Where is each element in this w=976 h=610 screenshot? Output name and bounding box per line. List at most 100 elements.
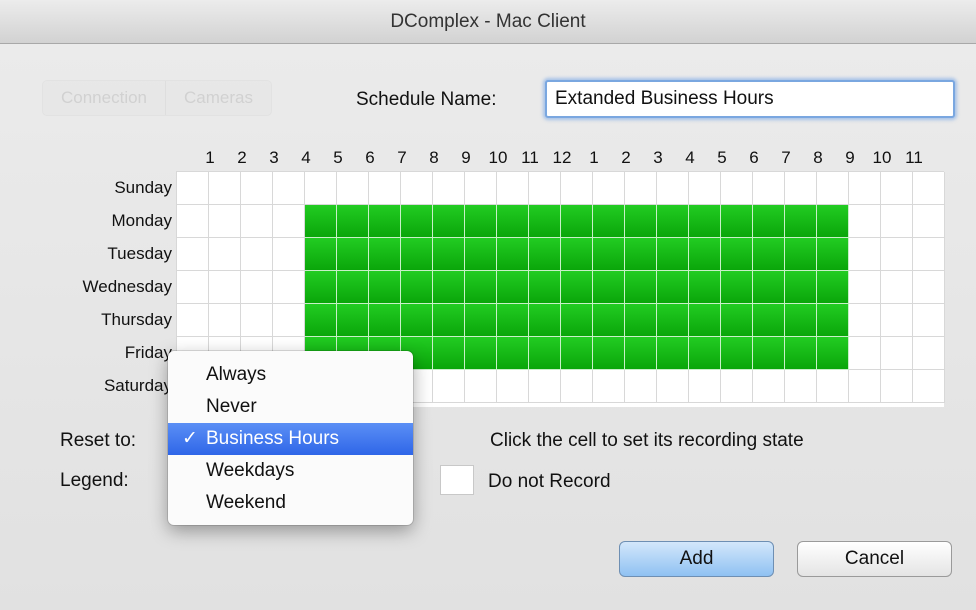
schedule-cell[interactable] <box>305 205 337 238</box>
schedule-cell[interactable] <box>657 205 689 238</box>
schedule-cell[interactable] <box>753 271 785 304</box>
schedule-cell[interactable] <box>561 370 593 403</box>
schedule-cell[interactable] <box>529 172 561 205</box>
schedule-cell[interactable] <box>433 205 465 238</box>
schedule-cell[interactable] <box>465 238 497 271</box>
schedule-cell[interactable] <box>497 271 529 304</box>
schedule-cell[interactable] <box>241 172 273 205</box>
schedule-cell[interactable] <box>561 304 593 337</box>
schedule-cell[interactable] <box>241 205 273 238</box>
schedule-cell[interactable] <box>497 370 529 403</box>
schedule-cell[interactable] <box>561 172 593 205</box>
schedule-cell[interactable] <box>881 370 913 403</box>
schedule-cell[interactable] <box>657 238 689 271</box>
schedule-cell[interactable] <box>209 238 241 271</box>
menu-item-weekend[interactable]: Weekend <box>168 487 413 519</box>
schedule-cell[interactable] <box>273 271 305 304</box>
schedule-cell[interactable] <box>849 337 881 370</box>
schedule-cell[interactable] <box>305 304 337 337</box>
schedule-cell[interactable] <box>785 172 817 205</box>
schedule-cell[interactable] <box>689 304 721 337</box>
schedule-cell[interactable] <box>753 337 785 370</box>
schedule-name-input[interactable] <box>545 80 955 118</box>
schedule-cell[interactable] <box>561 271 593 304</box>
schedule-cell[interactable] <box>913 172 945 205</box>
schedule-cell[interactable] <box>465 205 497 238</box>
schedule-cell[interactable] <box>497 337 529 370</box>
schedule-cell[interactable] <box>593 271 625 304</box>
schedule-cell[interactable] <box>657 271 689 304</box>
schedule-cell[interactable] <box>593 370 625 403</box>
schedule-cell[interactable] <box>785 337 817 370</box>
schedule-cell[interactable] <box>561 337 593 370</box>
schedule-cell[interactable] <box>561 205 593 238</box>
schedule-cell[interactable] <box>529 304 561 337</box>
schedule-cell[interactable] <box>209 304 241 337</box>
schedule-cell[interactable] <box>753 304 785 337</box>
schedule-cell[interactable] <box>465 271 497 304</box>
schedule-cell[interactable] <box>849 370 881 403</box>
schedule-cell[interactable] <box>401 172 433 205</box>
schedule-cell[interactable] <box>625 304 657 337</box>
schedule-cell[interactable] <box>881 238 913 271</box>
schedule-cell[interactable] <box>177 271 209 304</box>
schedule-cell[interactable] <box>433 370 465 403</box>
schedule-cell[interactable] <box>433 271 465 304</box>
schedule-cell[interactable] <box>657 172 689 205</box>
schedule-cell[interactable] <box>337 304 369 337</box>
schedule-cell[interactable] <box>913 238 945 271</box>
schedule-cell[interactable] <box>209 205 241 238</box>
schedule-cell[interactable] <box>369 238 401 271</box>
schedule-cell[interactable] <box>593 337 625 370</box>
schedule-cell[interactable] <box>529 205 561 238</box>
schedule-cell[interactable] <box>817 238 849 271</box>
schedule-cell[interactable] <box>785 304 817 337</box>
schedule-cell[interactable] <box>177 205 209 238</box>
schedule-cell[interactable] <box>753 370 785 403</box>
schedule-cell[interactable] <box>337 238 369 271</box>
schedule-cell[interactable] <box>273 238 305 271</box>
schedule-cell[interactable] <box>657 370 689 403</box>
schedule-cell[interactable] <box>817 337 849 370</box>
schedule-cell[interactable] <box>305 172 337 205</box>
schedule-cell[interactable] <box>305 271 337 304</box>
schedule-cell[interactable] <box>209 172 241 205</box>
schedule-cell[interactable] <box>881 304 913 337</box>
schedule-cell[interactable] <box>593 172 625 205</box>
schedule-cell[interactable] <box>625 238 657 271</box>
schedule-cell[interactable] <box>433 238 465 271</box>
schedule-cell[interactable] <box>593 304 625 337</box>
schedule-cell[interactable] <box>401 205 433 238</box>
schedule-cell[interactable] <box>849 304 881 337</box>
schedule-cell[interactable] <box>273 172 305 205</box>
schedule-cell[interactable] <box>689 370 721 403</box>
schedule-cell[interactable] <box>721 205 753 238</box>
add-button[interactable]: Add <box>619 541 774 577</box>
schedule-cell[interactable] <box>241 238 273 271</box>
schedule-cell[interactable] <box>913 337 945 370</box>
schedule-cell[interactable] <box>177 304 209 337</box>
schedule-cell[interactable] <box>625 337 657 370</box>
schedule-cell[interactable] <box>849 271 881 304</box>
menu-item-weekdays[interactable]: Weekdays <box>168 455 413 487</box>
schedule-cell[interactable] <box>721 271 753 304</box>
schedule-cell[interactable] <box>209 271 241 304</box>
schedule-cell[interactable] <box>721 172 753 205</box>
schedule-cell[interactable] <box>849 172 881 205</box>
schedule-cell[interactable] <box>721 304 753 337</box>
schedule-cell[interactable] <box>657 337 689 370</box>
schedule-cell[interactable] <box>753 205 785 238</box>
schedule-cell[interactable] <box>689 238 721 271</box>
schedule-cell[interactable] <box>433 337 465 370</box>
schedule-cell[interactable] <box>529 370 561 403</box>
schedule-cell[interactable] <box>465 337 497 370</box>
schedule-cell[interactable] <box>881 172 913 205</box>
schedule-cell[interactable] <box>849 205 881 238</box>
schedule-cell[interactable] <box>401 238 433 271</box>
schedule-cell[interactable] <box>433 172 465 205</box>
schedule-cell[interactable] <box>593 205 625 238</box>
schedule-cell[interactable] <box>401 271 433 304</box>
schedule-cell[interactable] <box>913 304 945 337</box>
schedule-cell[interactable] <box>401 304 433 337</box>
schedule-cell[interactable] <box>817 304 849 337</box>
